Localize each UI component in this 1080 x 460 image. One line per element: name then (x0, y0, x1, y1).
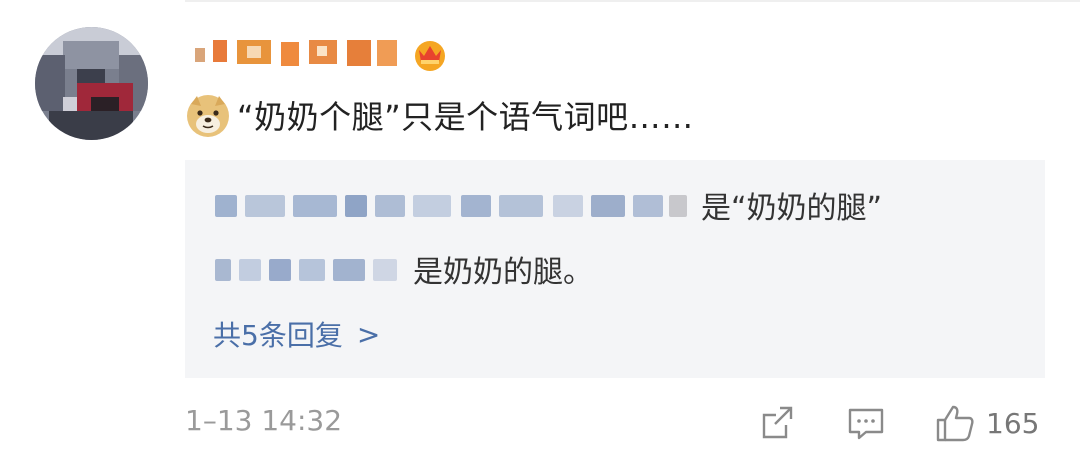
reply-author-pixel (345, 195, 367, 217)
reply-author-pixel (553, 195, 583, 217)
comment-body: “奶奶个腿”只是个语气词吧…… (185, 90, 694, 140)
crown-icon (415, 41, 445, 71)
reply-text: 是“奶奶的腿” (701, 191, 883, 226)
reply-row[interactable]: 是奶奶的腿。 (215, 246, 593, 292)
comment-text: “奶奶个腿”只是个语气词吧…… (237, 98, 694, 136)
reply-author-pixel (375, 195, 405, 217)
view-more-replies-link[interactable]: 共5条回复 > (213, 312, 380, 356)
divider (185, 0, 1080, 2)
chevron-right-icon: > (356, 317, 381, 351)
reply-author-pixel (669, 195, 687, 217)
like-button[interactable]: 165 (934, 400, 1039, 446)
avatar-pixel (35, 55, 65, 111)
reply-author-blurred[interactable] (215, 189, 691, 221)
reply-author-pixel (413, 195, 451, 217)
avatar-pixel (49, 111, 133, 140)
reply-author-pixel (239, 259, 261, 281)
share-button[interactable] (758, 400, 798, 446)
avatar-pixel (91, 97, 119, 111)
comment-icon (848, 408, 884, 440)
reply-author-pixel (269, 259, 291, 281)
reply-author-pixel (499, 195, 543, 217)
reply-text: 是奶奶的腿。 (413, 255, 593, 290)
reply-preview-box[interactable]: 是“奶奶的腿” 是奶奶的腿。 共5条回复 > (185, 160, 1045, 378)
reply-author-pixel (299, 259, 325, 281)
share-icon (762, 406, 793, 439)
reply-row[interactable]: 是“奶奶的腿” (215, 182, 882, 228)
username-pixel (213, 40, 227, 62)
avatar-pixel (77, 69, 105, 83)
comment-card: “奶奶个腿”只是个语气词吧…… 是“奶奶的腿” 是奶奶的腿。 共5条回复 > 1… (0, 0, 1080, 460)
username-pixel (281, 42, 299, 66)
comment-timestamp: 1–13 14:32 (185, 404, 343, 437)
comment-button[interactable] (846, 400, 886, 446)
avatar-pixel (63, 97, 77, 111)
reply-author-pixel (591, 195, 625, 217)
username-pixel (347, 40, 371, 66)
avatar-pixel (63, 41, 119, 69)
doge-icon (187, 95, 229, 137)
username-pixel (317, 46, 327, 56)
reply-author-pixel (245, 195, 285, 217)
reply-author-pixel (461, 195, 491, 217)
reply-author-pixel (633, 195, 663, 217)
reply-author-pixel (293, 195, 337, 217)
username-pixel (377, 40, 397, 66)
more-replies-label: 共5条回复 (213, 319, 343, 352)
avatar[interactable] (35, 27, 148, 140)
like-count: 165 (986, 406, 1040, 440)
reply-author-pixel (215, 259, 231, 281)
reply-author-pixel (215, 195, 237, 217)
reply-author-pixel (373, 259, 397, 281)
username-pixel (247, 46, 261, 58)
reply-author-pixel (333, 259, 365, 281)
username-pixel (195, 48, 205, 62)
reply-author-blurred[interactable] (215, 253, 403, 285)
thumbs-up-icon (936, 405, 974, 442)
